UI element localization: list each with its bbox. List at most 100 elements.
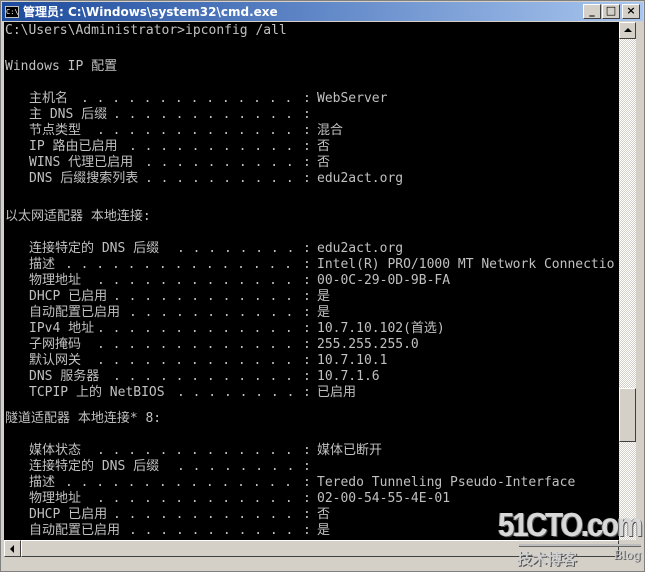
config-row: DHCP 已启用 . . . . . . . . . . . . : 是 [5,289,615,305]
separator-colon: : [303,321,311,336]
scroll-left-button[interactable] [4,540,21,557]
config-value: 媒体已断开 [317,443,383,458]
config-label: 节点类型 [29,123,82,138]
separator-colon: : [303,369,311,384]
arrow-left-icon [10,545,14,553]
separator-colon: : [303,475,311,490]
config-label: 自动配置已启用 [29,523,121,538]
leader-dots: . . . . . . . . . . . . [113,107,301,122]
minimize-icon: _ [589,4,595,17]
separator-colon: : [303,273,311,288]
config-label: 描述 [29,257,56,272]
leader-dots: . . . . . . . . . . . . [113,369,301,384]
maximize-button[interactable]: □ [602,4,620,19]
config-value: 混合 [317,123,344,138]
title-bar[interactable]: C:\ 管理员: C:\Windows\system32\cmd.exe _ □… [2,2,643,21]
config-row: TCPIP 上的 NetBIOS . . . . . . . . : 已启用 [5,385,615,401]
config-label: 自动配置已启用 [29,305,121,320]
leader-dots: . . . . . . . . [177,241,303,256]
config-value: 10.7.10.1 [317,353,388,368]
config-label: 描述 [29,475,56,490]
leader-dots: . . . . . . . . . . . . . [97,337,301,352]
leader-dots: . . . . . . . . . . [145,171,302,186]
config-label: 主机名 [29,91,69,106]
config-label: DNS 后缀搜索列表 [29,171,139,186]
leader-dots: . . . . . . . . . . . [129,305,302,320]
config-row: 主机名 . . . . . . . . . . . . . . : WebServe… [5,91,615,107]
config-label: 连接特定的 DNS 后缀 [29,459,160,474]
config-row: 自动配置已启用 . . . . . . . . . . . : 是 [5,305,615,321]
leader-dots: . . . . . . . . . . . . . . [81,91,301,106]
leader-dots: . . . . . . . . . . . . . [97,491,301,506]
minimize-button[interactable]: _ [583,4,601,19]
config-row: 物理地址 . . . . . . . . . . . . . :00-0C-29-… [5,273,615,289]
config-label: IP 路由已启用 [29,139,118,154]
config-row: DNS 后缀搜索列表 . . . . . . . . . . : edu2act.o… [5,171,615,187]
separator-colon: : [303,289,311,304]
vertical-scrollbar[interactable] [619,22,636,540]
config-value: 是 [317,289,331,304]
config-row: WINS 代理已启用 . . . . . . . . . . : 否 [5,155,615,171]
config-row: 描述 . . . . . . . . . . . . . . . : Teredo … [5,475,615,491]
config-label: 连接特定的 DNS 后缀 [29,241,160,256]
separator-colon: : [303,337,311,352]
leader-dots: . . . . . . . . . . . . . [97,443,301,458]
leader-dots: . . . . . . . . . . . . . [97,321,301,336]
close-button[interactable]: × [622,4,640,19]
separator-colon: : [303,91,311,106]
leader-dots: . . . . . . . . . . [145,155,302,170]
window-title: 管理员: C:\Windows\system32\cmd.exe [23,5,278,19]
config-row: 媒体状态 . . . . . . . . . . . . . : 媒体已断开 [5,443,615,459]
config-row: DNS 服务器 . . . . . . . . . . . . :10.7.1.6 [5,369,615,385]
config-label: 物理地址 [29,491,82,506]
config-label: WINS 代理已启用 [29,155,134,170]
arrow-up-icon [624,28,632,32]
config-label: 主 DNS 后缀 [29,107,108,122]
separator-colon: : [303,491,311,506]
config-value: Intel(R) PRO/1000 MT Network Connectio [317,257,615,272]
separator-colon: : [303,385,311,400]
vertical-scroll-thumb[interactable] [619,387,636,442]
separator-colon: : [303,523,311,538]
cmd-icon[interactable]: C:\ [5,5,19,18]
config-row: 默认网关 . . . . . . . . . . . . . :10.7.10.1 [5,353,615,369]
leader-dots: . . . . . . . . [177,385,303,400]
config-row: IPv4 地址. . . . . . . . . . . . . :10.7.1… [5,321,615,337]
config-value: WebServer [317,91,388,106]
leader-dots: . . . . . . . . . . . [129,139,302,154]
separator-colon: : [303,139,311,154]
leader-dots: . . . . . . . . . . . . [113,289,301,304]
config-row: 物理地址 . . . . . . . . . . . . . :02-00-54-… [5,491,615,507]
leader-dots: . . . . . . . . . . . . . [97,123,301,138]
config-value: 否 [317,507,331,522]
config-value: 10.7.10.102(首选) [317,321,445,336]
separator-colon: : [303,123,311,138]
config-row: 连接特定的 DNS 后缀 . . . . . . . . : edu2act.org [5,241,615,257]
config-row: 子网掩码 . . . . . . . . . . . . . :255.255.2… [5,337,615,353]
config-row: 主 DNS 后缀 . . . . . . . . . . . . : [5,107,615,123]
close-icon: × [626,4,636,17]
scroll-up-button[interactable] [619,22,636,39]
config-label: TCPIP 上的 NetBIOS [29,385,165,400]
config-label: DHCP 已启用 [29,289,108,304]
separator-colon: : [303,443,311,458]
config-value: 已启用 [317,385,357,400]
config-label: 物理地址 [29,273,82,288]
maximize-icon: □ [605,4,617,17]
config-value: edu2act.org [317,171,404,186]
command-prompt: C:\Users\Administrator>ipconfig /all [5,23,287,38]
config-value: 00-0C-29-0D-9B-FA [317,273,451,288]
separator-colon: : [303,305,311,320]
config-label: IPv4 地址 [29,321,95,336]
console-output[interactable]: C:\Users\Administrator>ipconfig /all Win… [4,22,619,540]
leader-dots: . . . . . . . . . . . . . . . [65,257,300,272]
config-value: 是 [317,305,331,320]
watermark-blog: Blog [613,548,641,562]
config-value: 是 [317,523,331,538]
config-value: 否 [317,139,331,154]
config-value: 否 [317,155,331,170]
config-row: 描述 . . . . . . . . . . . . . . . : Intel(R… [5,257,615,273]
watermark-brand: 51CTO.com [498,507,643,544]
separator-colon: : [303,107,311,122]
watermark-divider [519,544,641,547]
